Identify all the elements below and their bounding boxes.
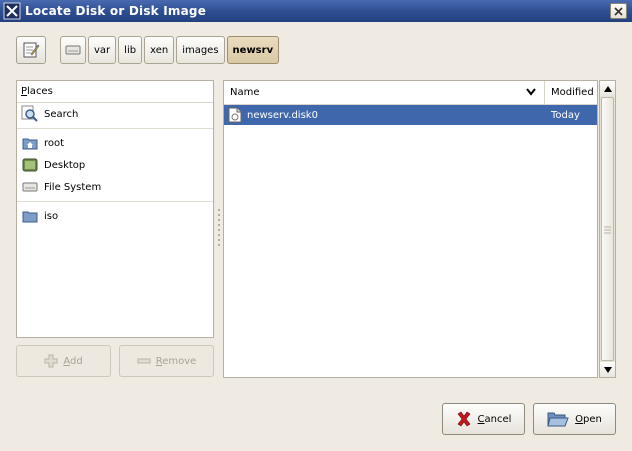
app-icon [3, 2, 21, 20]
drive-icon [65, 45, 81, 55]
open-folder-icon [547, 412, 569, 427]
place-item-desktop[interactable]: Desktop [17, 154, 213, 176]
open-button-label: Open [575, 413, 602, 425]
place-item-label: File System [44, 181, 102, 193]
pane-splitter-handle[interactable] [217, 207, 221, 249]
window-title: Locate Disk or Disk Image [25, 4, 207, 18]
add-bookmark-button[interactable]: Add [16, 345, 111, 377]
path-crumb-newsrv[interactable]: newsrv [226, 36, 280, 64]
path-crumb-xen[interactable]: xen [144, 36, 175, 64]
remove-bookmark-button[interactable]: Remove [119, 345, 214, 377]
file-name-cell: newserv.disk0 [224, 107, 545, 123]
place-item-root[interactable]: root [17, 132, 213, 154]
places-header: Places [17, 81, 213, 103]
arrow-up-icon [603, 85, 612, 92]
places-separator [17, 128, 213, 129]
place-item-label: root [44, 137, 65, 149]
place-item-search[interactable]: Search [17, 103, 213, 125]
place-item-label: Desktop [44, 159, 86, 171]
minus-icon [137, 358, 151, 364]
folder-icon [21, 208, 39, 224]
path-crumb-lib[interactable]: lib [118, 36, 143, 64]
path-crumb-filesystem[interactable] [60, 36, 86, 64]
file-list: Name Modified newserv.disk0 Today [223, 80, 598, 378]
scrollbar-thumb[interactable] [601, 97, 614, 361]
plus-icon [44, 354, 58, 368]
edit-location-icon [23, 42, 40, 58]
place-item-iso[interactable]: iso [17, 205, 213, 227]
file-list-header: Name Modified [224, 81, 597, 105]
sort-descending-icon [526, 88, 536, 96]
file-name: newserv.disk0 [247, 109, 318, 121]
place-item-label: Search [44, 108, 79, 120]
file-row-selected[interactable]: newserv.disk0 Today [224, 105, 597, 125]
cancel-button-label: Cancel [477, 413, 512, 425]
places-separator [17, 201, 213, 202]
drive-icon [21, 179, 39, 195]
remove-button-label: Remove [155, 355, 197, 367]
search-icon [21, 105, 39, 122]
path-crumb-images[interactable]: images [176, 36, 225, 64]
places-pane: Places Search root Desktop File System i… [16, 80, 214, 338]
scroll-up-button[interactable] [600, 81, 615, 96]
close-icon [614, 6, 623, 16]
file-list-scrollbar[interactable] [599, 80, 616, 378]
file-chooser-dialog: Locate Disk or Disk Image var lib xen im… [0, 0, 632, 451]
arrow-down-icon [603, 366, 612, 373]
scroll-down-button[interactable] [600, 362, 615, 377]
path-crumb-var[interactable]: var [88, 36, 117, 64]
column-header-label: Modified [551, 87, 594, 98]
column-header-label: Name [230, 87, 260, 98]
open-button[interactable]: Open [533, 403, 616, 435]
type-location-button[interactable] [16, 36, 46, 64]
file-modified: Today [551, 109, 580, 121]
column-header-modified[interactable]: Modified [545, 81, 597, 104]
close-button[interactable] [610, 3, 627, 19]
cancel-icon [457, 411, 470, 427]
add-button-label: Add [63, 355, 83, 367]
place-item-file-system[interactable]: File System [17, 176, 213, 198]
place-item-label: iso [44, 210, 59, 222]
disk-image-file-icon [228, 107, 242, 123]
places-header-label: laces [27, 86, 53, 97]
desktop-icon [21, 157, 39, 173]
home-folder-icon [21, 135, 39, 151]
column-header-name[interactable]: Name [224, 81, 545, 104]
title-bar[interactable]: Locate Disk or Disk Image [0, 0, 632, 22]
thumb-grip-icon [604, 226, 611, 234]
cancel-button[interactable]: Cancel [442, 403, 525, 435]
path-bar: var lib xen images newsrv [60, 36, 280, 64]
